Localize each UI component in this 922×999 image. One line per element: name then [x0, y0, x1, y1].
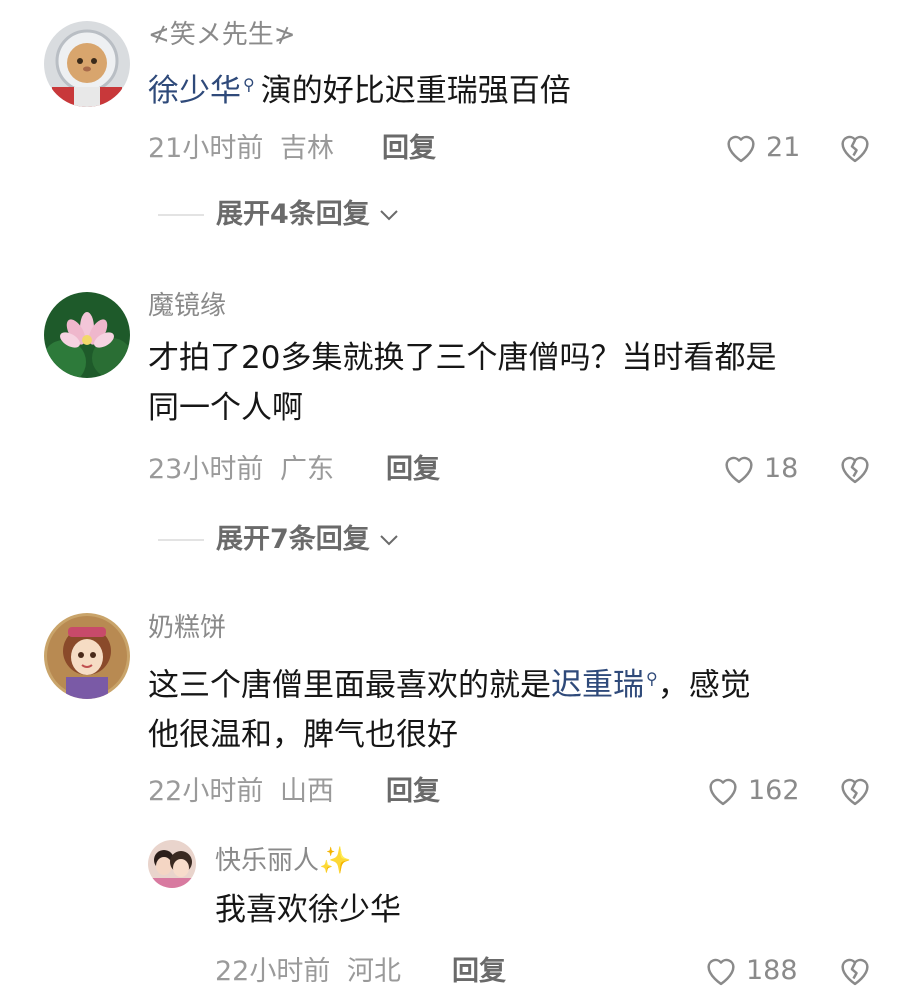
expand-divider [158, 538, 204, 541]
comment-body-line: 这三个唐僧里面最喜欢的就是迟重瑞 ⚲，感觉 [148, 654, 751, 710]
comment-username[interactable]: ≮笑メ先生≯ [148, 22, 296, 48]
reply-username[interactable]: 快乐丽人✨ [215, 848, 351, 874]
avatar-astronaut-cat-image [44, 21, 130, 107]
like-count: 162 [748, 774, 800, 806]
comment-meta: 21小时前 吉林 [148, 135, 334, 162]
expand-replies[interactable]: 展开4条回复 [158, 201, 400, 228]
avatar-cartoon-girl-image [44, 613, 130, 699]
reply-text: 我喜欢徐少华 [215, 892, 401, 928]
expand-replies-label: 展开7条回复 [216, 524, 370, 555]
like-count: 21 [766, 131, 801, 163]
heart-icon [707, 958, 735, 986]
comment-location: 吉林 [279, 133, 334, 164]
reply-button[interactable]: 回复 [386, 778, 440, 805]
reply-button[interactable]: 回复 [452, 958, 506, 985]
reply-time: 22小时前 [215, 956, 331, 987]
like-button[interactable]: 188 [702, 953, 798, 987]
like-button[interactable]: 21 [722, 130, 800, 164]
comment-time: 23小时前 [148, 454, 264, 485]
reply-location: 河北 [346, 956, 401, 987]
comment-meta: 22小时前 山西 [148, 778, 334, 805]
avatar[interactable] [148, 840, 196, 888]
comment-body-line: 他很温和，脾气也很好 [148, 717, 458, 754]
avatar[interactable] [44, 613, 130, 699]
reply-username-text: 快乐丽人 [215, 846, 320, 876]
dislike-button[interactable] [836, 953, 874, 987]
like-count: 188 [746, 954, 798, 986]
comment-body: ，感觉 [657, 667, 751, 704]
like-count: 18 [764, 452, 799, 484]
comment-body: 这三个唐僧里面最喜欢的就是 [148, 667, 551, 704]
comment-username[interactable]: 魔镜缘 [148, 293, 226, 319]
dislike-button[interactable] [836, 451, 874, 485]
broken-heart-icon [841, 456, 869, 484]
comment-time: 22小时前 [148, 776, 264, 807]
expand-replies[interactable]: 展开7条回复 [158, 526, 400, 553]
search-icon: ⚲ [243, 75, 255, 94]
comment-time: 21小时前 [148, 133, 264, 164]
comment-location: 山西 [279, 776, 334, 807]
reply-button[interactable]: 回复 [382, 135, 436, 162]
dislike-button[interactable] [836, 773, 874, 807]
dislike-button[interactable] [836, 130, 874, 164]
avatar[interactable] [44, 292, 130, 378]
reply-meta: 22小时前 河北 [215, 958, 401, 985]
comment-body: 演的好比迟重瑞强百倍 [260, 73, 571, 110]
expand-divider [158, 213, 204, 216]
comment-text: 才拍了20多集就换了三个唐僧吗？当时看都是 同一个人啊 [148, 333, 776, 433]
avatar-photo-image [148, 840, 196, 888]
comment-body-line: 才拍了20多集就换了三个唐僧吗？当时看都是 [148, 340, 777, 376]
chevron-down-icon [380, 534, 398, 545]
comment-body-line: 同一个人啊 [148, 390, 303, 426]
comment-location: 广东 [279, 454, 334, 485]
comment-text: 徐少华 ⚲ 演的好比迟重瑞强百倍 [148, 60, 571, 116]
comment-username[interactable]: 奶糕饼 [148, 615, 226, 641]
mention-link[interactable]: 迟重瑞 ⚲ [551, 667, 658, 703]
mention-link[interactable]: 徐少华 ⚲ [148, 73, 255, 109]
expand-replies-label: 展开4条回复 [216, 199, 370, 230]
reply-button[interactable]: 回复 [386, 456, 440, 483]
avatar-lotus-image [44, 292, 130, 378]
chevron-down-icon [380, 209, 398, 220]
sparkles-icon: ✨ [319, 846, 352, 876]
like-button[interactable]: 18 [720, 451, 798, 485]
like-button[interactable]: 162 [704, 773, 800, 807]
heart-icon [727, 135, 755, 163]
comment-meta: 23小时前 广东 [148, 456, 334, 483]
avatar[interactable] [44, 21, 130, 107]
broken-heart-icon [841, 778, 869, 806]
heart-icon [709, 778, 737, 806]
broken-heart-icon [841, 958, 869, 986]
comment-text: 这三个唐僧里面最喜欢的就是迟重瑞 ⚲，感觉 他很温和，脾气也很好 [148, 654, 751, 760]
heart-icon [725, 456, 753, 484]
search-icon: ⚲ [646, 669, 658, 688]
broken-heart-icon [841, 135, 869, 163]
